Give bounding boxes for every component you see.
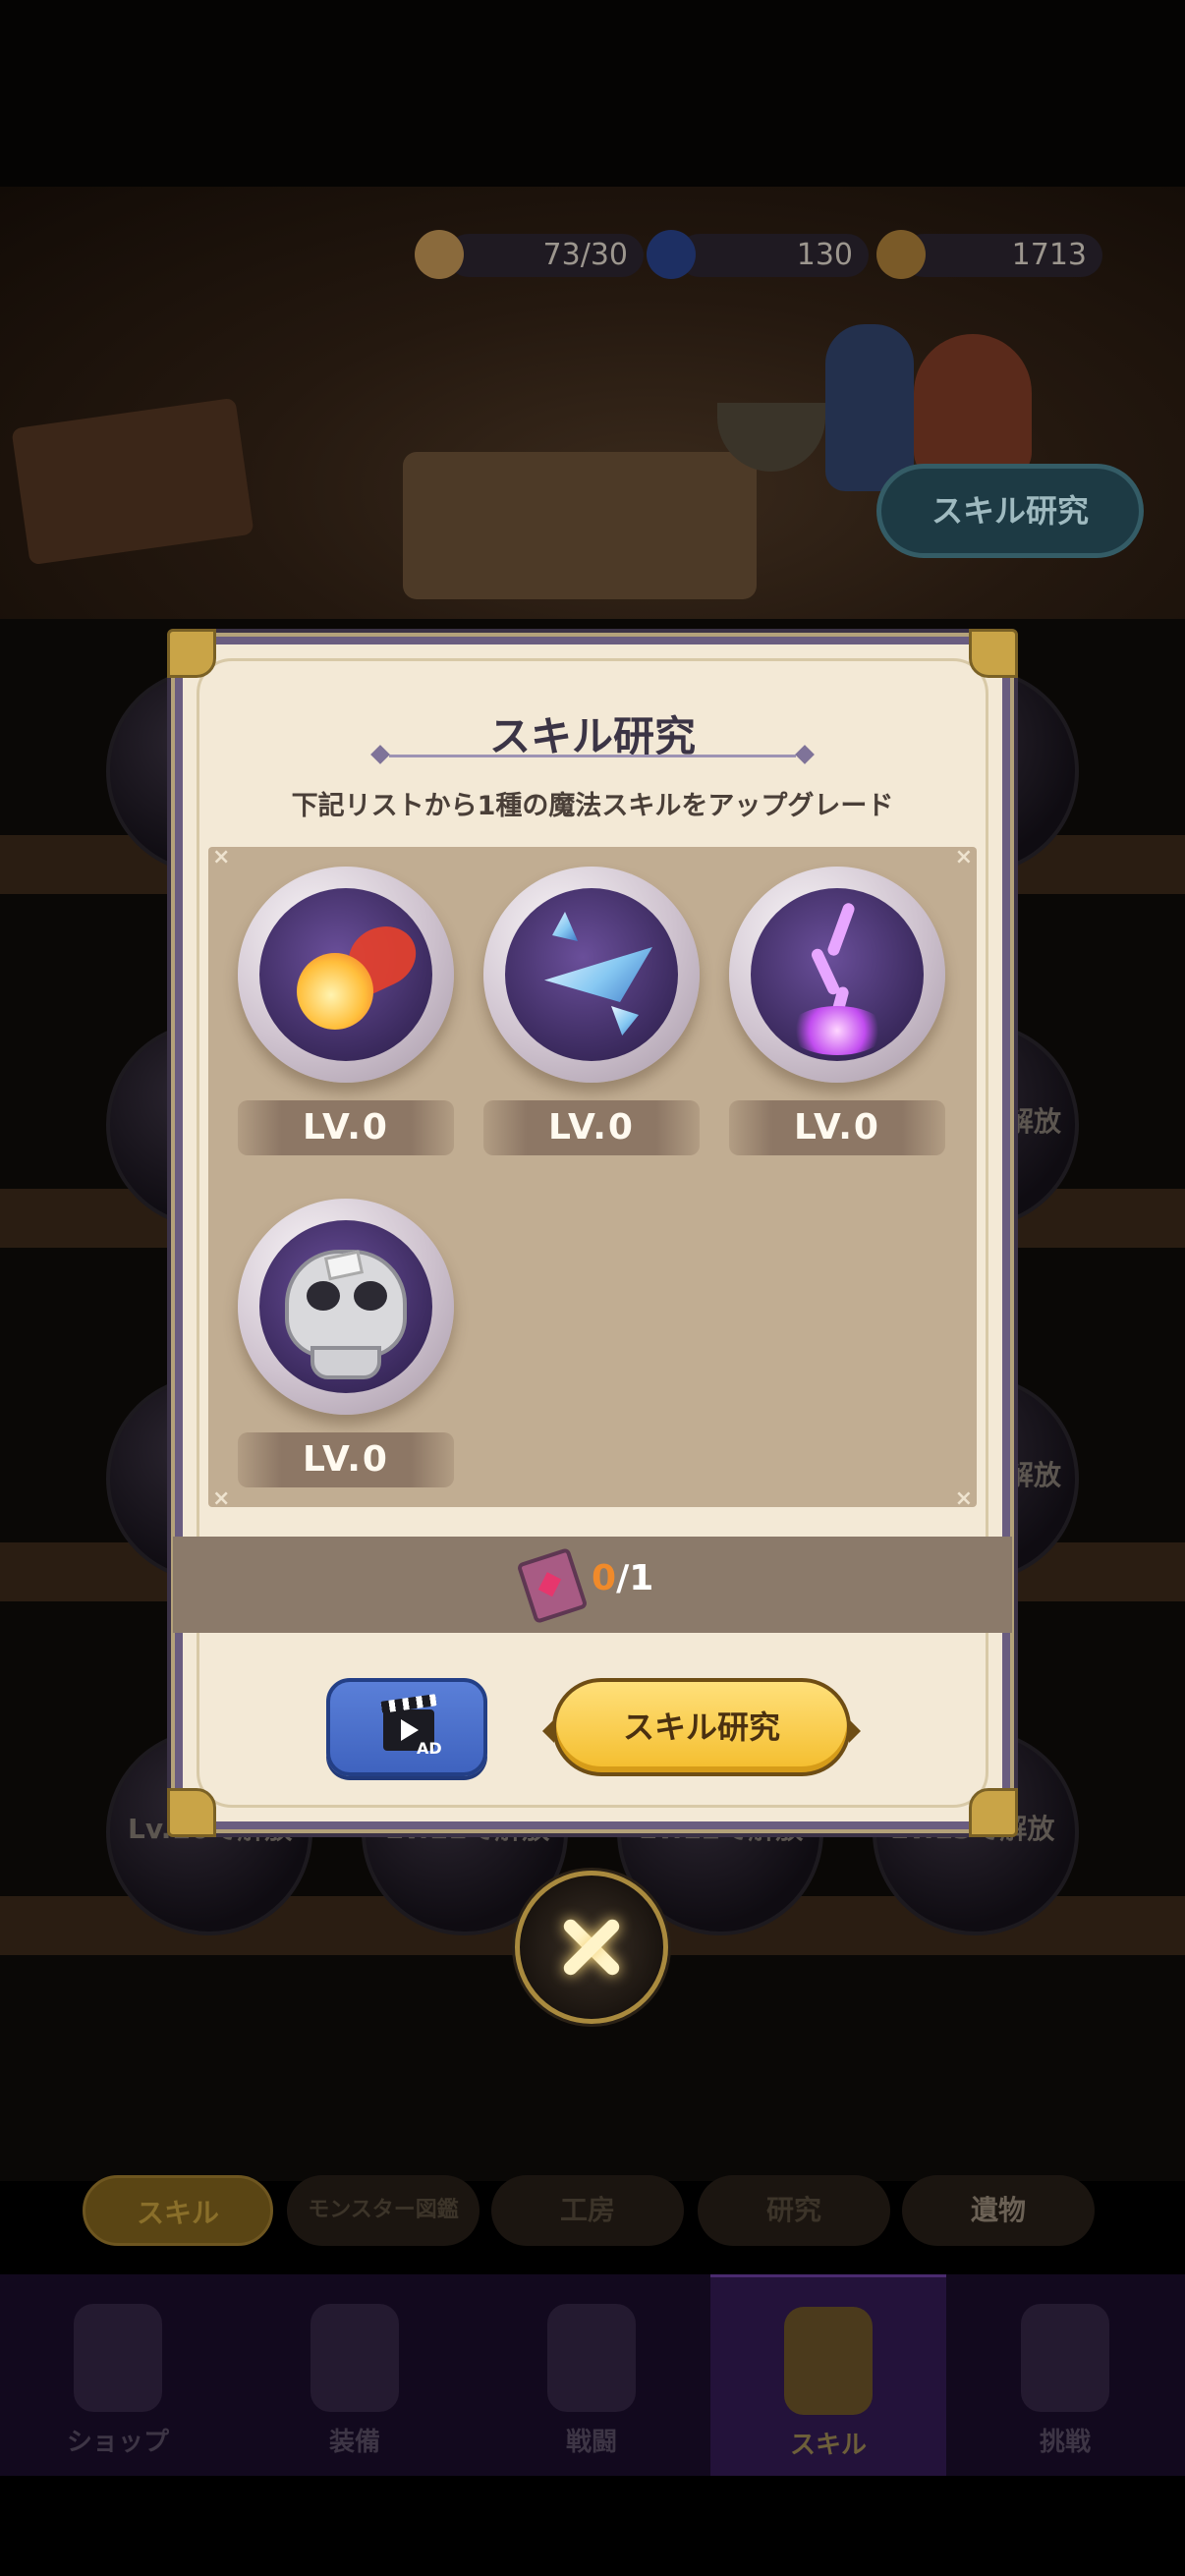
dialog-subtitle: 下記リストから1種の魔法スキルをアップグレード <box>291 791 894 821</box>
scroll-decoration <box>403 452 757 599</box>
skill-list-panel: × × × × LV.0 LV.0 LV.0 LV.0 <box>208 845 977 1511</box>
old-book-decoration <box>11 397 254 566</box>
resource-coin-value: 1713 <box>1011 238 1087 272</box>
resource-stamina-value: 73/30 <box>542 238 628 272</box>
ad-badge: AD <box>417 1739 442 1758</box>
nav-skill: スキル <box>710 2274 946 2476</box>
dialog-corner-ornament <box>969 629 1018 678</box>
resource-moon: 130 <box>678 234 869 277</box>
button-arrow-left-icon <box>542 1719 554 1743</box>
nav-shop: ショップ <box>0 2274 236 2476</box>
spellbook-icon <box>516 1546 589 1625</box>
skill-level-label: LV.0 <box>483 1100 700 1155</box>
skill-research-dialog: スキル研究 下記リストから1種の魔法スキルをアップグレード × × × × LV… <box>167 629 1018 1837</box>
skill-orb[interactable] <box>483 867 700 1083</box>
nav-battle: 戦闘 <box>474 2274 709 2476</box>
battle-icon <box>547 2304 636 2412</box>
resource-moon-value: 130 <box>796 238 853 272</box>
title-divider <box>389 755 796 757</box>
nav-skill-label: スキル <box>789 2431 867 2460</box>
button-arrow-right-icon <box>849 1719 861 1743</box>
panel-corner-mark: × <box>954 1486 973 1511</box>
nav-equipment: 装備 <box>237 2274 473 2476</box>
fireball-skill-icon <box>259 888 432 1061</box>
skill-level-label: LV.0 <box>238 1432 454 1487</box>
ice-shard-skill-icon <box>505 888 678 1061</box>
close-button[interactable] <box>515 1871 668 2024</box>
unlock-side-label: 解放 <box>1006 1105 1062 1138</box>
skill-orb[interactable] <box>238 1199 454 1415</box>
play-icon <box>401 1719 419 1741</box>
watch-ad-button[interactable]: AD <box>326 1678 487 1776</box>
research-cost-bar: 0/1 <box>173 1537 1012 1633</box>
panel-corner-mark: × <box>954 845 973 869</box>
tab-monster-book: モンスター図鑑 <box>287 2175 480 2246</box>
skill-slot-skull[interactable]: LV.0 <box>238 1199 454 1493</box>
resource-coin: 1713 <box>902 234 1102 277</box>
skill-research-button-label: スキル研究 <box>622 1708 780 1746</box>
potion-bottle-decoration <box>825 324 914 491</box>
tab-skill: スキル <box>83 2175 273 2246</box>
nav-battle-label: 戦闘 <box>565 2428 617 2457</box>
cost-required: /1 <box>616 1558 654 1598</box>
potion-flask-decoration <box>914 334 1032 481</box>
skill-level-label: LV.0 <box>729 1100 945 1155</box>
dialog-corner-ornament <box>167 1788 216 1837</box>
nav-equipment-label: 装備 <box>328 2428 380 2457</box>
skill-slot-ice-shard[interactable]: LV.0 <box>483 867 700 1161</box>
skill-research-button[interactable]: スキル研究 <box>542 1678 861 1776</box>
skill-book-icon <box>784 2307 873 2415</box>
shop-icon <box>74 2304 162 2412</box>
panel-corner-mark: × <box>212 1486 231 1511</box>
tab-research: 研究 <box>698 2175 890 2246</box>
lightning-skill-icon <box>751 888 924 1061</box>
coin-icon <box>876 230 926 279</box>
unlock-side-label: 解放 <box>1006 1459 1062 1491</box>
challenge-icon <box>1021 2304 1109 2412</box>
tab-workshop: 工房 <box>491 2175 684 2246</box>
skill-slot-fireball[interactable]: LV.0 <box>238 867 454 1161</box>
skill-orb[interactable] <box>729 867 945 1083</box>
skill-slot-lightning[interactable]: LV.0 <box>729 867 945 1161</box>
dialog-corner-ornament <box>167 629 216 678</box>
bg-skill-research-button: スキル研究 <box>876 464 1144 558</box>
nav-shop-label: ショップ <box>66 2428 169 2457</box>
research-cost-count: 0/1 <box>592 1558 653 1598</box>
panel-corner-mark: × <box>212 845 231 869</box>
skill-orb[interactable] <box>238 867 454 1083</box>
skull-skill-icon <box>259 1220 432 1393</box>
cost-owned: 0 <box>592 1558 617 1598</box>
dialog-corner-ornament <box>969 1788 1018 1837</box>
moon-icon <box>647 230 696 279</box>
tab-relic: 遺物 <box>902 2175 1095 2246</box>
nav-challenge: 挑戦 <box>947 2274 1183 2476</box>
nav-challenge-label: 挑戦 <box>1039 2428 1091 2457</box>
skill-level-label: LV.0 <box>238 1100 454 1155</box>
system-bottom-area <box>0 2476 1185 2576</box>
equipment-icon <box>310 2304 399 2412</box>
sandwich-icon <box>415 230 464 279</box>
status-bar-area <box>0 0 1185 187</box>
resource-stamina: 73/30 <box>447 234 644 277</box>
